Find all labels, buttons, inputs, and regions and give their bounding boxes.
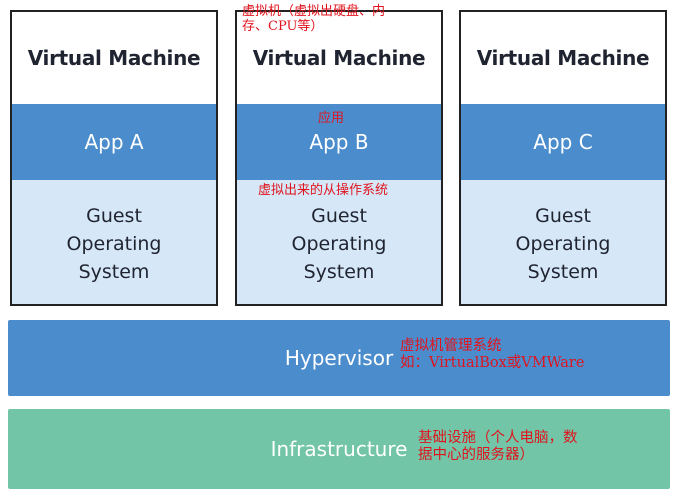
app-layer-c: App C bbox=[461, 104, 665, 180]
app-layer-a: App A bbox=[12, 104, 216, 180]
vm-box-b: Virtual Machine App B Guest Operating Sy… bbox=[235, 10, 443, 306]
app-annotation: 应用 bbox=[318, 111, 345, 126]
vm-title: Virtual Machine bbox=[27, 46, 201, 70]
vm-box-c: Virtual Machine App C Guest Operating Sy… bbox=[459, 10, 667, 306]
vm-annotation: 虚拟机（虚拟出硬盘、内 存、CPU等） bbox=[242, 4, 386, 34]
infrastructure-label: Infrastructure bbox=[270, 437, 408, 461]
vm-box-a: Virtual Machine App A Guest Operating Sy… bbox=[10, 10, 218, 306]
hypervisor-label: Hypervisor bbox=[284, 346, 394, 370]
hypervisor-annotation: 虚拟机管理系统 如：VirtualBox或VMWare bbox=[400, 338, 585, 371]
infrastructure-annotation: 基础设施（个人电脑，数 据中心的服务器） bbox=[418, 430, 578, 463]
guest-os-layer-a: Guest Operating System bbox=[12, 180, 216, 304]
guest-os-layer-b: Guest Operating System bbox=[237, 180, 441, 304]
vm-title: Virtual Machine bbox=[476, 46, 650, 70]
guest-os-layer-c: Guest Operating System bbox=[461, 180, 665, 304]
guest-os-annotation: 虚拟出来的从操作系统 bbox=[258, 183, 389, 198]
